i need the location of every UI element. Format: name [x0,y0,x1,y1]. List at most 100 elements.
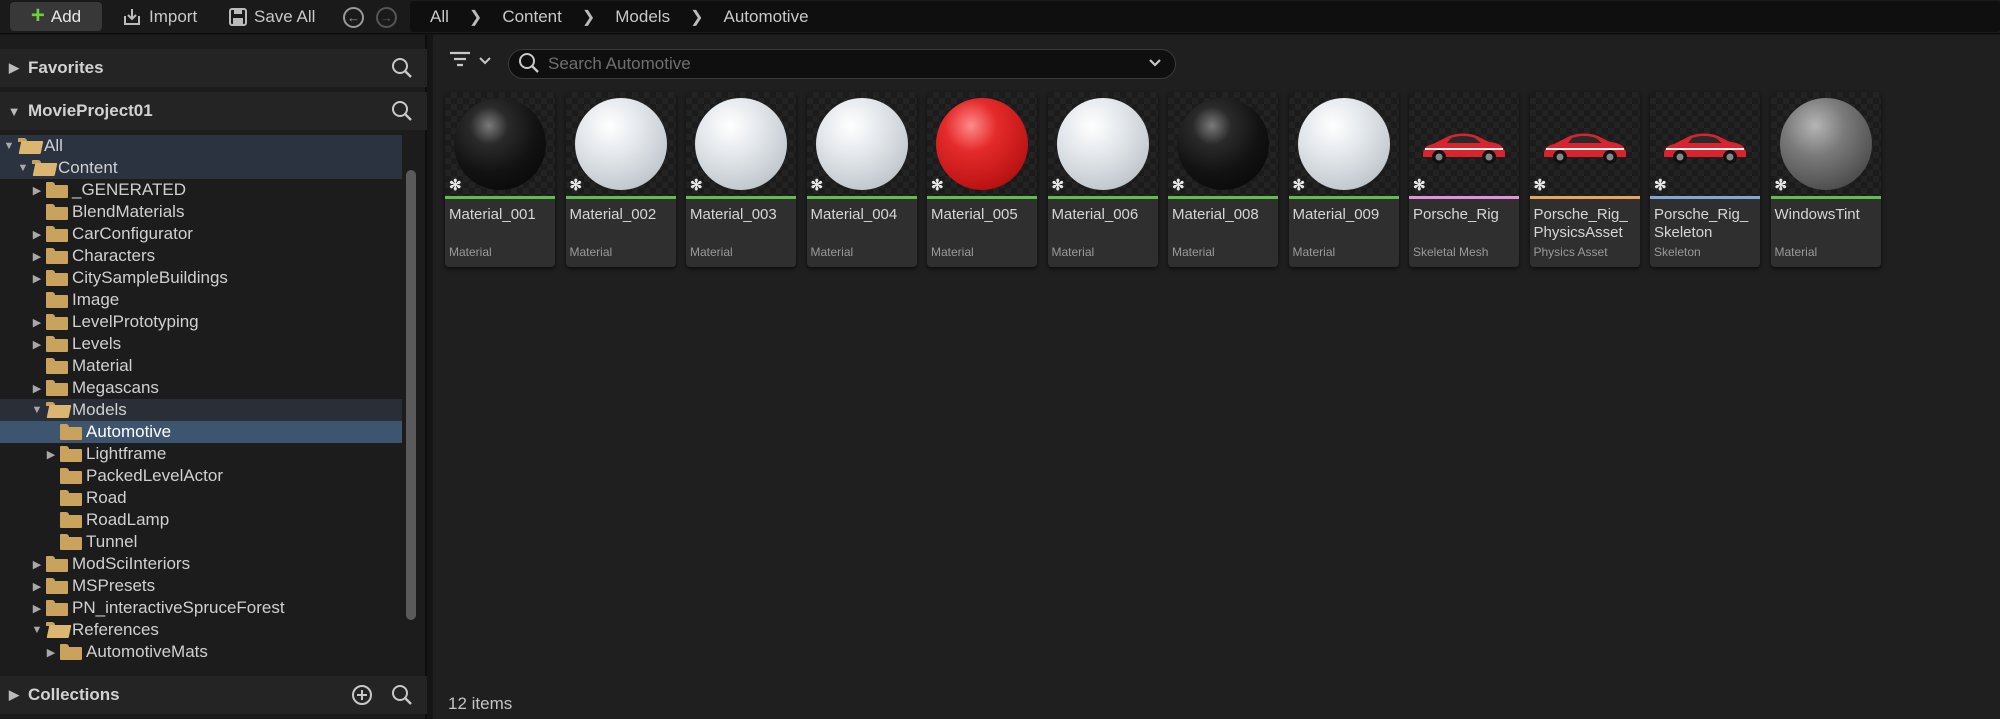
tree-item-levelprototyping[interactable]: ▶ LevelPrototyping [0,311,402,333]
unsaved-asterisk-icon: ✻ [690,177,703,194]
tree-item-carconfigurator[interactable]: ▶ CarConfigurator [0,223,402,245]
tree-item-image[interactable]: Image [0,289,402,311]
expand-arrow-icon[interactable]: ▶ [30,228,44,241]
expand-arrow-icon[interactable]: ▶ [30,382,44,395]
tree-item-automotive[interactable]: Automotive [0,421,402,443]
tree-item-content[interactable]: ▼ Content [0,157,402,179]
chevron-down-icon[interactable] [1147,55,1163,76]
asset-tile[interactable]: ✻ Material_008 Material [1168,92,1278,267]
chevron-right-icon[interactable]: ❯ [680,7,713,27]
tree-item-road[interactable]: Road [0,487,402,509]
unsaved-asterisk-icon: ✻ [1654,177,1667,194]
expand-arrow-icon[interactable]: ▶ [30,316,44,329]
asset-tile[interactable]: ✻ WindowsTint Material [1770,92,1881,267]
expand-arrow-icon[interactable]: ▶ [30,272,44,285]
search-icon[interactable] [391,684,413,711]
tree-item-tunnel[interactable]: Tunnel [0,531,402,553]
folder-open-icon [32,160,54,176]
search-icon[interactable] [391,100,413,127]
expand-arrow-icon[interactable]: ▶ [30,558,44,571]
save-icon [229,7,247,26]
unsaved-asterisk-icon: ✻ [1292,177,1306,194]
tree-item-label: MSPresets [72,576,156,595]
tree-item-levels[interactable]: ▶ Levels [0,333,402,355]
tree-item-mspresets[interactable]: ▶ MSPresets [0,575,402,597]
expand-arrow-icon[interactable]: ▶ [30,338,44,351]
tree-item-modsciinteriors[interactable]: ▶ ModSciInteriors [0,553,402,575]
asset-tile[interactable]: ✻ Material_003 Material [686,92,796,267]
collapse-arrow-icon[interactable]: ▼ [30,404,44,416]
collections-header[interactable]: ▶ Collections [0,676,427,714]
asset-type: Material [810,245,854,259]
tree-item-label: Models [72,400,127,419]
folder-tree: ▼ All ▼ Content ▶ _GENERATED BlendMateri… [0,132,402,705]
expand-arrow-icon[interactable]: ▶ [30,184,44,197]
asset-tile[interactable]: ✻ Material_002 Material [565,92,676,267]
expand-arrow-icon[interactable]: ▶ [30,580,44,593]
asset-tile[interactable]: ✻ Porsche_Rig Skeletal Mesh [1409,92,1519,267]
back-arrow-icon[interactable]: ← [343,7,364,28]
collapse-arrow-icon[interactable]: ▼ [2,140,16,152]
tree-item-citysamplebuildings[interactable]: ▶ CitySampleBuildings [0,267,402,289]
expand-arrow-icon[interactable]: ▶ [44,646,58,659]
save-all-button[interactable]: Save All [229,2,315,31]
expand-arrow-icon[interactable]: ▶ [30,250,44,263]
tree-item-references[interactable]: ▼ References [0,619,402,641]
expand-arrow-icon[interactable]: ▶ [30,602,44,615]
asset-tile[interactable]: ✻ Material_009 Material [1288,92,1399,267]
add-button-label: Add [50,6,82,26]
asset-tile[interactable]: ✻ Porsche_Rig_PhysicsAsset Physics Asset [1529,92,1640,267]
filter-button[interactable] [448,49,492,74]
tree-item-lightframe[interactable]: ▶ Lightframe [0,443,402,465]
collapse-arrow-icon[interactable]: ▼ [30,624,44,636]
collapse-arrow-icon[interactable]: ▼ [0,104,28,119]
tree-item-megascans[interactable]: ▶ Megascans [0,377,402,399]
add-button[interactable]: + Add [10,2,102,31]
add-collection-icon[interactable] [351,684,373,711]
asset-tile[interactable]: ✻ Material_006 Material [1047,92,1158,267]
breadcrumb-models[interactable]: Models [605,7,680,27]
tree-item-pn-interactivespruceforest[interactable]: ▶ PN_interactiveSpruceForest [0,597,402,619]
tree-item-label: Tunnel [86,532,138,551]
asset-type-color-bar [1288,196,1399,199]
tree-item-blendmaterials[interactable]: BlendMaterials [0,201,402,223]
asset-thumbnail: ✻ [927,92,1037,196]
tree-item-packedlevelactor[interactable]: PackedLevelActor [0,465,402,487]
expand-arrow-icon[interactable]: ▶ [0,687,28,703]
tree-item-label: PN_interactiveSpruceForest [72,598,285,617]
asset-type: Material [931,245,974,259]
tree-item-characters[interactable]: ▶ Characters [0,245,402,267]
forward-arrow-icon[interactable]: → [376,7,397,28]
tree-item-generated[interactable]: ▶ _GENERATED [0,179,402,201]
tree-item-material[interactable]: Material [0,355,402,377]
tree-scrollbar[interactable] [406,170,416,620]
asset-name: Porsche_Rig_Skeleton [1654,206,1749,241]
tree-item-models[interactable]: ▼ Models [0,399,402,421]
unsaved-asterisk-icon: ✻ [1051,177,1065,194]
expand-arrow-icon[interactable]: ▶ [44,448,58,461]
tree-item-all[interactable]: ▼ All [0,135,402,157]
asset-type-color-bar [1529,196,1640,199]
project-title: MovieProject01 [28,101,153,120]
tree-item-automotivemats[interactable]: ▶ AutomotiveMats [0,641,402,663]
asset-tile[interactable]: ✻ Material_004 Material [806,92,917,267]
favorites-header[interactable]: ▶ Favorites [0,49,427,87]
breadcrumb-content[interactable]: Content [492,7,572,27]
folder-open-icon [46,622,68,638]
breadcrumb-all[interactable]: All [420,7,459,27]
asset-name: Material_008 [1172,206,1259,223]
asset-tile[interactable]: ✻ Material_005 Material [927,92,1037,267]
expand-arrow-icon[interactable]: ▶ [0,60,28,76]
asset-tile[interactable]: ✻ Porsche_Rig_Skeleton Skeleton [1650,92,1760,267]
search-icon[interactable] [391,57,413,84]
search-input[interactable] [548,54,1148,74]
tree-item-roadlamp[interactable]: RoadLamp [0,509,402,531]
collapse-arrow-icon[interactable]: ▼ [16,162,30,174]
chevron-right-icon[interactable]: ❯ [572,7,605,27]
asset-thumbnail: ✻ [1770,92,1881,196]
import-button[interactable]: Import [122,2,197,31]
asset-tile[interactable]: ✻ Material_001 Material [445,92,555,267]
breadcrumb-automotive[interactable]: Automotive [713,7,818,27]
project-header[interactable]: ▼ MovieProject01 [0,92,427,130]
chevron-right-icon[interactable]: ❯ [459,7,492,27]
